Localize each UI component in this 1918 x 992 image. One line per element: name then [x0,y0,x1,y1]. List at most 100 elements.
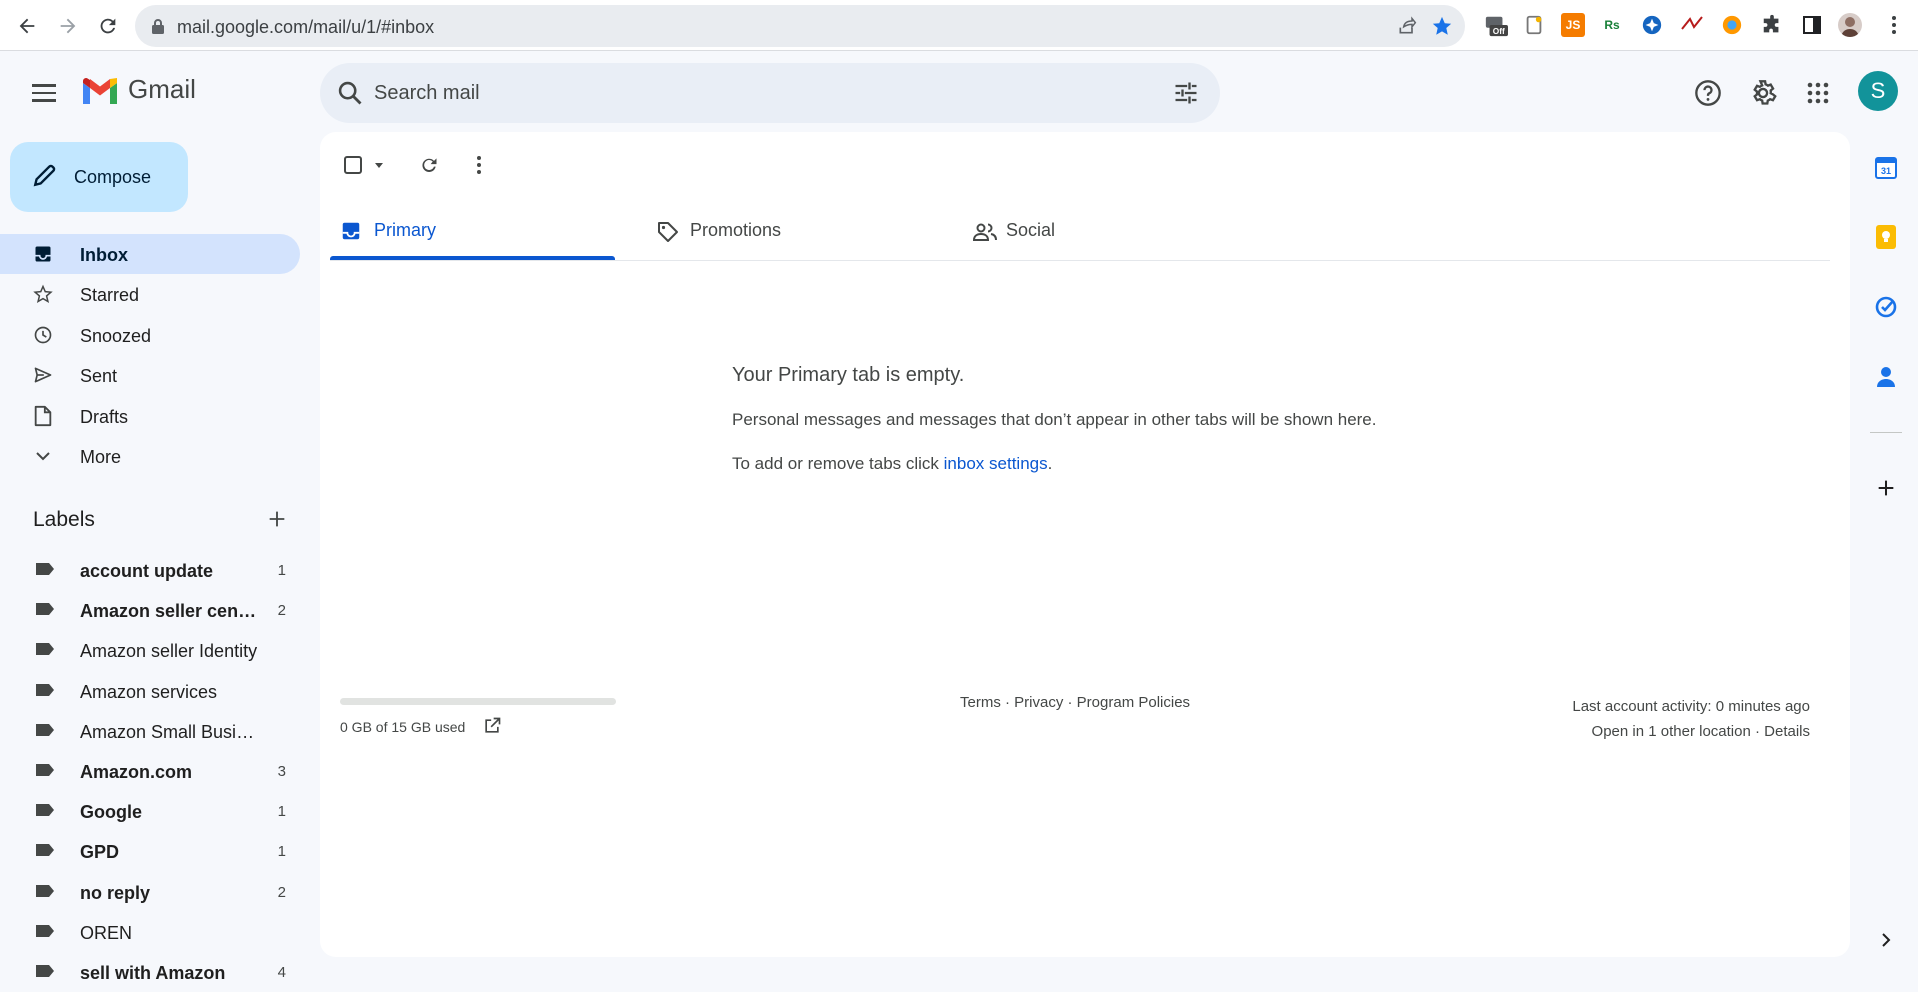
apps-grid-icon[interactable] [1800,75,1836,111]
compose-button[interactable]: Compose [10,142,188,212]
footer-links[interactable]: Terms · Privacy · Program Policies [960,694,1190,711]
sidebar-item-label: Inbox [80,245,128,265]
label-count: 1 [277,843,286,861]
inbox-icon [33,244,53,264]
profile-avatar-icon[interactable] [1838,13,1862,37]
bookmark-star-icon[interactable] [1431,15,1453,42]
tabs-divider [330,260,1830,261]
label-tag-icon [36,884,54,897]
label-tag-icon [36,804,54,817]
search-input[interactable] [374,77,1114,109]
address-bar[interactable]: mail.google.com/mail/u/1/#inbox [135,5,1465,47]
tab-label: Primary [374,220,436,240]
extension-js-icon[interactable]: JS [1561,13,1585,37]
select-all-checkbox[interactable] [342,150,390,180]
settings-gear-icon[interactable] [1745,75,1781,111]
label-item[interactable]: no reply 2 [0,872,300,912]
clock-icon [33,325,53,345]
label-item[interactable]: account update 1 [0,550,300,590]
contacts-icon[interactable] [1872,363,1900,391]
label-name: Amazon Small Business [80,721,258,742]
sidebar-item-label: Drafts [80,406,129,427]
extensions-puzzle-icon[interactable] [1760,13,1784,37]
label-name: no reply [80,882,151,903]
star-icon [33,284,53,304]
extension-page-icon[interactable] [1522,13,1546,37]
label-item[interactable]: GPD 1 [0,831,300,871]
label-item[interactable]: Amazon seller central 2 [0,590,300,630]
open-in-new-icon[interactable] [482,716,502,741]
label-name: Amazon seller central [80,601,258,622]
chevron-right-icon[interactable] [1872,926,1900,954]
side-panel-icon[interactable] [1800,13,1824,37]
label-item[interactable]: Amazon seller Identity [0,630,300,670]
lock-icon [151,18,165,39]
label-item[interactable]: Google 1 [0,791,300,831]
empty-state-message: Personal messages and messages that don’… [732,410,1377,429]
label-tag-icon [36,643,54,656]
add-label-icon[interactable] [266,508,290,532]
svg-text:Off: Off [1493,26,1505,36]
share-icon[interactable] [1397,16,1417,41]
calendar-icon[interactable]: 31 [1872,154,1900,182]
sidebar-item-label: Snoozed [80,325,152,346]
sidebar-item-snoozed[interactable]: Snoozed [0,315,300,355]
sidebar-item-drafts[interactable]: Drafts [0,396,300,436]
label-tag-icon [36,764,54,776]
search-bar[interactable] [320,63,1220,123]
label-item[interactable]: OREN [0,912,300,952]
gmail-logo[interactable]: Gmail [80,74,196,105]
sidebar-item-inbox[interactable]: Inbox [0,234,300,274]
tab-label: Social [1006,220,1056,240]
extension-brand-icon[interactable] [1680,13,1704,37]
extension-globe-icon[interactable] [1640,13,1664,37]
label-tag-icon [36,683,54,696]
inbox-tab-icon [340,220,362,247]
labels-heading: Labels [33,508,95,531]
label-item[interactable]: Amazon.com 3 [0,751,300,791]
search-options-icon[interactable] [1172,79,1200,112]
keep-icon[interactable] [1872,223,1900,251]
back-icon[interactable] [12,11,42,41]
refresh-icon[interactable] [414,150,444,180]
tab-promotions[interactable]: Promotions [636,202,931,260]
sidebar-item-more[interactable]: More [0,436,300,476]
add-app-icon[interactable] [1872,474,1900,502]
sidebar-item-label: Starred [80,285,140,306]
label-item[interactable]: sell with Amazon 4 [0,952,300,992]
more-vert-icon[interactable] [464,150,494,180]
label-item[interactable]: Amazon services [0,671,300,711]
tasks-icon[interactable] [1872,293,1900,321]
label-name: Amazon services [80,681,218,702]
main-menu-icon[interactable] [28,77,60,109]
tab-label: Promotions [690,220,782,240]
other-location-details-link[interactable]: Open in 1 other location · Details [1572,719,1810,744]
inbox-settings-link[interactable]: inbox settings [944,454,1048,473]
label-count: 1 [277,803,286,821]
side-panel-divider [1870,432,1902,433]
label-name: GPD [80,842,120,863]
sidebar-item-starred[interactable]: Starred [0,274,300,314]
label-tag-icon [36,965,54,977]
extension-off-icon[interactable]: Off [1484,13,1508,37]
label-count: 2 [277,883,286,901]
forward-icon[interactable] [53,11,83,41]
extension-rs-icon[interactable]: Rs [1600,13,1624,37]
browser-menu-icon[interactable] [1882,13,1906,37]
label-name: OREN [80,922,133,943]
account-avatar[interactable]: S [1858,71,1898,111]
tab-social[interactable]: Social [952,202,1247,260]
svg-text:31: 31 [1881,166,1891,176]
label-count: 1 [277,562,286,579]
tab-primary[interactable]: Primary [320,202,615,260]
label-name: account update [80,561,214,581]
extension-circle-icon[interactable] [1720,13,1744,37]
empty-state-title: Your Primary tab is empty. [732,364,965,386]
search-icon[interactable] [336,79,364,112]
sidebar-item-sent[interactable]: Sent [0,355,300,395]
browser-toolbar: mail.google.com/mail/u/1/#inbox Off JS R… [0,0,1918,51]
label-item[interactable]: Amazon Small Business [0,711,300,751]
reload-icon[interactable] [93,11,123,41]
help-icon[interactable] [1690,75,1726,111]
label-tag-icon [36,723,54,736]
